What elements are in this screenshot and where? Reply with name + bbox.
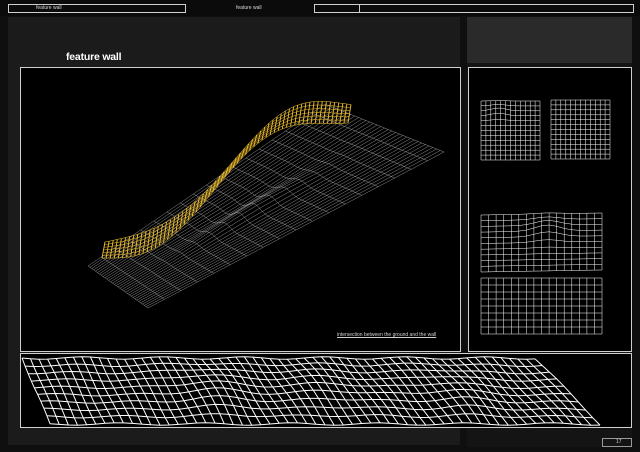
page-number: 17	[616, 439, 622, 445]
drawing-layer	[21, 99, 611, 426]
main-view-caption: intersection between the ground and the …	[337, 332, 437, 338]
feature-wall-wireframe	[101, 101, 352, 259]
elevation-strip-mesh	[21, 356, 601, 426]
detail-mesh-2	[550, 99, 611, 160]
terrain-wireframe-grid	[87, 103, 445, 309]
detail-mesh-3	[480, 212, 603, 273]
detail-mesh-1	[480, 100, 541, 161]
detail-mesh-4	[480, 277, 603, 335]
